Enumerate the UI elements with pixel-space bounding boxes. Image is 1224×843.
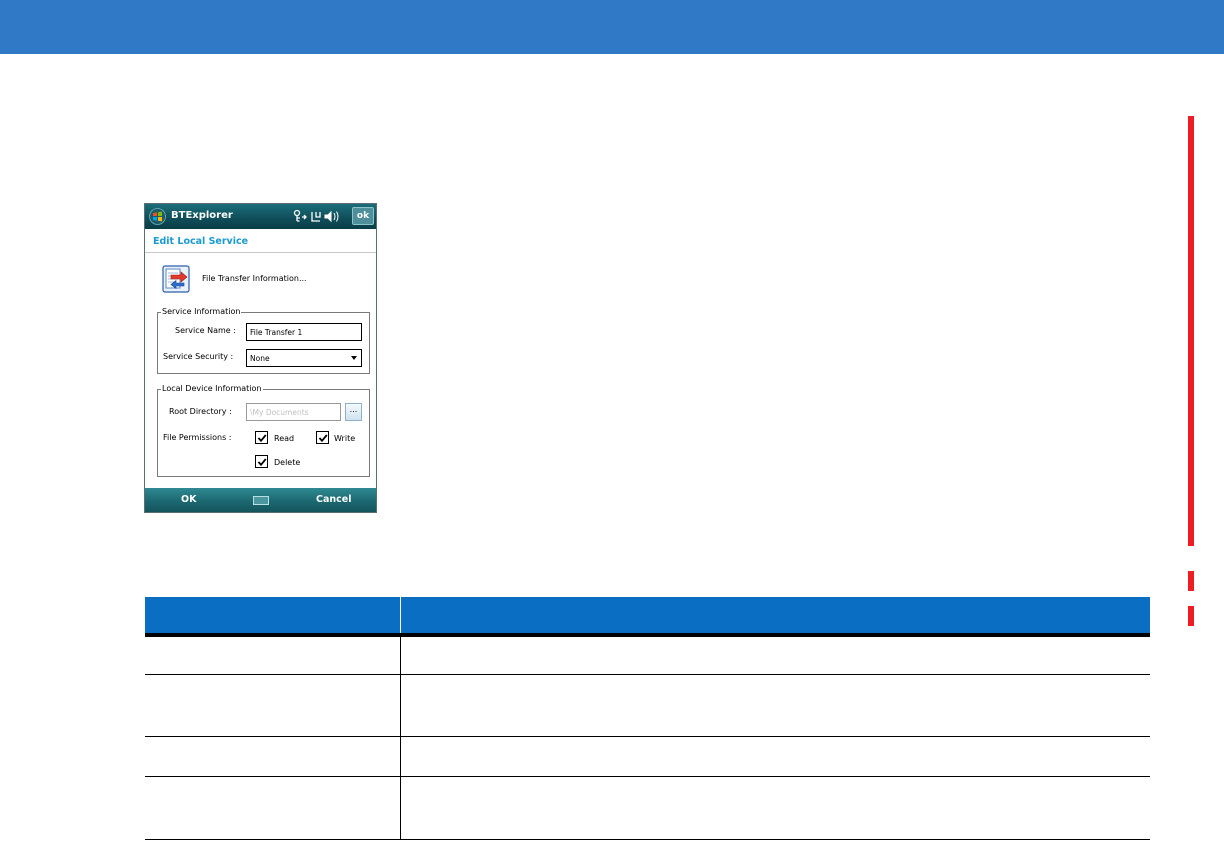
keyboard-icon[interactable] (253, 496, 269, 505)
table-header-row (145, 597, 1150, 637)
table-row (145, 635, 1150, 675)
table-row (145, 674, 1150, 737)
local-device-information-group: Local Device Information Root Directory … (157, 384, 370, 477)
root-directory-field[interactable]: \My Documents (246, 403, 341, 421)
file-transfer-icon (162, 265, 190, 293)
root-directory-label: Root Directory : (169, 407, 232, 416)
read-label: Read (274, 434, 295, 443)
device-title-bar: BTExplorer ok (145, 204, 376, 229)
table-header-cell (145, 597, 401, 637)
device-softkey-bar: OK Cancel (145, 488, 376, 512)
table-row (145, 736, 1150, 777)
chevron-down-icon (351, 356, 357, 360)
field-table (145, 597, 1150, 840)
table-header-cell (400, 597, 1150, 637)
softkey-ok[interactable]: OK (181, 494, 196, 505)
device-header-title: Edit Local Service (153, 236, 249, 247)
device-screenshot: BTExplorer ok Edit Local Service File Tr… (144, 203, 377, 513)
write-label: Write (334, 434, 356, 443)
service-security-label: Service Security : (163, 352, 234, 361)
table-row (145, 776, 1150, 840)
bluetooth-icon (293, 209, 307, 222)
volume-icon (324, 210, 339, 223)
checkmark-icon (318, 434, 328, 443)
checkmark-icon (257, 458, 267, 467)
windows-flag-icon[interactable] (149, 208, 166, 225)
service-security-value: None (250, 354, 270, 363)
delete-checkbox[interactable] (255, 455, 268, 468)
local-device-information-label: Local Device Information (161, 384, 263, 394)
file-permissions-label: File Permissions : (163, 433, 232, 442)
app-name: BTExplorer (171, 210, 233, 221)
delete-label: Delete (274, 458, 301, 467)
browse-button[interactable]: ... (345, 403, 362, 421)
change-bar (1188, 606, 1194, 626)
ok-button[interactable]: ok (352, 207, 374, 225)
service-information-label: Service Information (161, 307, 242, 317)
change-bar (1188, 116, 1194, 546)
device-header: Edit Local Service (145, 229, 376, 253)
table-cell (400, 736, 1150, 777)
write-checkbox[interactable] (316, 431, 329, 444)
service-title: File Transfer Information... (202, 274, 307, 283)
page-header-band (0, 0, 1224, 54)
table-cell (400, 635, 1150, 675)
table-cell (145, 776, 401, 840)
softkey-cancel[interactable]: Cancel (316, 494, 351, 505)
service-name-field[interactable]: File Transfer 1 (246, 323, 362, 341)
read-checkbox[interactable] (255, 431, 268, 444)
service-name-label: Service Name : (175, 326, 236, 335)
service-security-dropdown[interactable]: None (246, 349, 362, 367)
table-cell (145, 674, 401, 737)
table-cell (400, 776, 1150, 840)
connectivity-icon (311, 212, 321, 222)
checkmark-icon (257, 434, 267, 443)
table-cell (145, 635, 401, 675)
table-cell (400, 674, 1150, 737)
status-icons (293, 209, 339, 223)
change-bar (1188, 571, 1194, 591)
service-information-group: Service Information Service Name : File … (157, 307, 370, 374)
table-cell (145, 736, 401, 777)
